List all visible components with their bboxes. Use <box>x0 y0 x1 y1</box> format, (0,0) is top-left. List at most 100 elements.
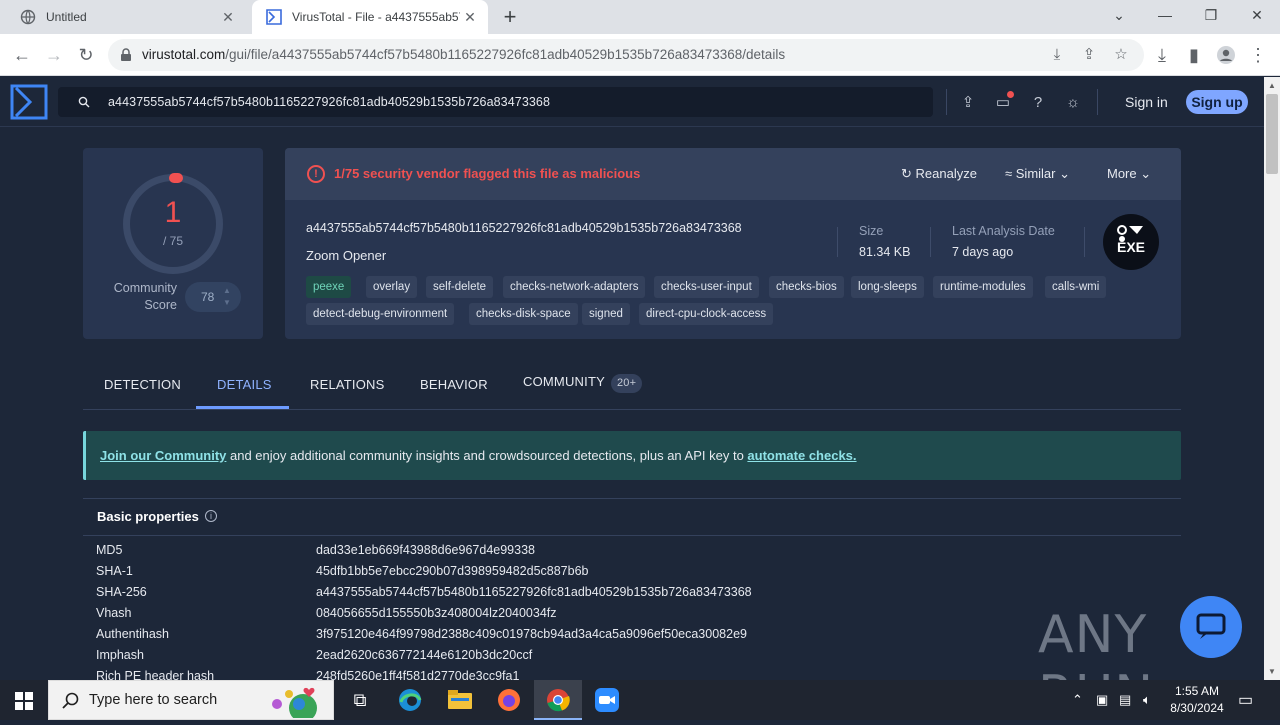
sign-in-link[interactable]: Sign in <box>1125 94 1168 110</box>
forward-arrow-icon[interactable]: → <box>42 43 66 67</box>
virustotal-logo-icon[interactable] <box>10 84 48 120</box>
task-view-icon[interactable]: ⧉ <box>346 686 374 714</box>
firefox-icon[interactable] <box>495 686 523 714</box>
tag-signed[interactable]: signed <box>582 303 630 325</box>
scrollbar-thumb[interactable] <box>1266 94 1278 174</box>
tag-detect-debug-environment[interactable]: detect-debug-environment <box>306 303 455 325</box>
back-arrow-icon[interactable]: ← <box>10 43 34 67</box>
windows-taskbar: Type here to search ⧉ ⌃ ▣ ▤ 🔈︎ 1:55 AM 8… <box>0 680 1280 720</box>
file-explorer-icon[interactable] <box>446 686 474 714</box>
lock-icon <box>121 48 131 61</box>
tag-checks-user-input[interactable]: checks-user-input <box>654 276 759 298</box>
property-value[interactable]: 2ead2620c636772144e6120b3dc20ccf <box>316 648 532 662</box>
tag-long-sleeps[interactable]: long-sleeps <box>851 276 924 298</box>
banner-middle-text: and enjoy additional community insights … <box>226 448 748 463</box>
ethernet-icon[interactable]: ▤ <box>1119 692 1131 708</box>
property-value[interactable]: dad33e1eb669f43988d6e967d4e99338 <box>316 543 535 557</box>
more-dropdown[interactable]: More ⌄ <box>1107 166 1151 182</box>
property-row-authentihash: Authentihash 3f975120e464f99798d2388c409c… <box>96 627 1176 647</box>
tab-details[interactable]: DETAILS <box>217 377 272 392</box>
tab-search-chevron-icon[interactable]: ⌄ <box>1096 0 1142 30</box>
header-divider <box>946 89 947 115</box>
property-value[interactable]: 248fd5260e1ff4f581d2770de3cc9fa1 <box>316 669 519 680</box>
chrome-icon[interactable] <box>544 686 572 714</box>
tag-calls-wmi[interactable]: calls-wmi <box>1045 276 1107 298</box>
browser-tab-untitled[interactable]: Untitled ✕ <box>6 0 246 34</box>
search-input[interactable]: a4437555ab5744cf57b5480b1165227926fc81ad… <box>108 95 550 109</box>
browser-tab-virustotal[interactable]: VirusTotal - File - a4437555ab574 ✕ <box>252 0 488 34</box>
malicious-alert-bar: ! 1/75 security vendor flagged this file… <box>285 148 1181 200</box>
taskbar-search-box[interactable]: Type here to search <box>48 680 334 720</box>
tab-community[interactable]: COMMUNITY 20+ <box>523 374 643 393</box>
tab-behavior[interactable]: BEHAVIOR <box>420 377 488 392</box>
close-icon[interactable]: ✕ <box>218 9 238 26</box>
reanalyze-button[interactable]: ↻ Reanalyze <box>901 166 977 182</box>
help-icon[interactable]: ? <box>1028 93 1048 113</box>
zoom-app-icon[interactable] <box>593 686 621 714</box>
vt-header: a4437555ab5744cf57b5480b1165227926fc81ad… <box>0 77 1264 127</box>
edge-browser-icon[interactable] <box>396 686 424 714</box>
tab-relations[interactable]: RELATIONS <box>310 377 385 392</box>
url-host: virustotal.com <box>142 47 226 62</box>
file-hash[interactable]: a4437555ab5744cf57b5480b1165227926fc81ad… <box>306 221 742 235</box>
tab-detection[interactable]: DETECTION <box>104 377 181 392</box>
windows-start-icon[interactable] <box>15 692 33 710</box>
volume-icon[interactable]: 🔈︎ <box>1143 692 1151 708</box>
score-ring-marker <box>169 173 183 183</box>
page-scrollbar[interactable]: ▲ ▼ <box>1264 77 1280 680</box>
tag-direct-cpu-clock-access[interactable]: direct-cpu-clock-access <box>639 303 774 325</box>
reanalyze-label: Reanalyze <box>915 166 977 181</box>
meta-divider <box>1084 227 1085 257</box>
property-value[interactable]: a4437555ab5744cf57b5480b1165227926fc81ad… <box>316 585 752 599</box>
tag-checks-disk-space[interactable]: checks-disk-space <box>469 303 578 325</box>
alert-exclamation-icon: ! <box>307 165 325 183</box>
minimize-button[interactable]: — <box>1142 0 1188 30</box>
property-value[interactable]: 45dfb1bb5e7ebcc290b07d398959482d5c887b6b <box>316 564 589 578</box>
sign-up-button[interactable]: Sign up <box>1186 90 1248 114</box>
share-icon[interactable]: ⇪ <box>1080 46 1098 64</box>
taskbar-clock[interactable]: 1:55 AM 8/30/2024 <box>1168 683 1226 717</box>
chat-notifications-icon[interactable]: ▭ <box>993 91 1014 113</box>
browser-tab-strip: Untitled ✕ VirusTotal - File - a4437555a… <box>0 0 1280 34</box>
new-tab-button[interactable]: + <box>498 4 522 30</box>
upload-icon[interactable]: ⇪ <box>958 93 978 113</box>
tag-self-delete[interactable]: self-delete <box>426 276 494 298</box>
notifications-icon[interactable]: ▭ <box>1238 690 1253 710</box>
property-row-sha256: SHA-256 a4437555ab5744cf57b5480b116522792… <box>96 585 1176 605</box>
tag-checks-bios[interactable]: checks-bios <box>769 276 844 298</box>
search-icon <box>62 692 79 709</box>
side-panel-icon[interactable]: ▮ <box>1182 43 1206 67</box>
browser-menu-icon[interactable]: ⋮ <box>1246 43 1270 67</box>
profile-avatar-icon[interactable] <box>1214 43 1238 67</box>
reload-icon[interactable]: ↻ <box>74 43 98 67</box>
window-close-button[interactable]: ✕ <box>1234 0 1280 30</box>
close-icon[interactable]: ✕ <box>460 9 480 26</box>
community-label-line1: Community <box>113 281 177 295</box>
vote-down-icon[interactable]: ▼ <box>223 288 231 318</box>
automate-checks-link[interactable]: automate checks. <box>747 448 856 463</box>
community-score-pill[interactable]: 78 ▲ ▼ <box>185 282 241 312</box>
scroll-up-arrow-icon[interactable]: ▲ <box>1268 81 1276 90</box>
tag-runtime-modules[interactable]: runtime-modules <box>933 276 1033 298</box>
tag-peexe[interactable]: peexe <box>306 276 352 298</box>
address-bar[interactable]: virustotal.com/gui/file/a4437555ab5744cf… <box>108 39 1144 71</box>
maximize-button[interactable]: ❐ <box>1188 0 1234 30</box>
similar-dropdown[interactable]: ≈ Similar ⌄ <box>1005 166 1070 182</box>
tag-overlay[interactable]: overlay <box>366 276 418 298</box>
info-icon[interactable]: i <box>205 510 217 522</box>
install-app-icon[interactable]: ⤓ <box>1048 46 1066 64</box>
banner-text: Join our Community and enjoy additional … <box>100 448 857 463</box>
theme-toggle-icon[interactable]: ☼ <box>1063 93 1083 113</box>
tag-checks-network-adapters[interactable]: checks-network-adapters <box>503 276 646 298</box>
vt-search-box[interactable]: a4437555ab5744cf57b5480b1165227926fc81ad… <box>58 87 933 117</box>
community-label-line2: Score <box>144 298 177 312</box>
property-value[interactable]: 3f975120e464f99798d2388c409c01978cb94ad3… <box>316 627 747 641</box>
property-value[interactable]: 084056655d155550b3z408004lz2040034fz <box>316 606 557 620</box>
join-community-link[interactable]: Join our Community <box>100 448 226 463</box>
downloads-icon[interactable]: ⤓ <box>1150 43 1174 67</box>
similar-label: Similar <box>1015 166 1056 181</box>
network-status-icon[interactable]: ▣ <box>1096 692 1108 708</box>
header-divider <box>1097 89 1098 115</box>
bookmark-star-icon[interactable]: ☆ <box>1112 46 1130 64</box>
show-hidden-icons-chevron-icon[interactable]: ⌃ <box>1072 692 1083 708</box>
